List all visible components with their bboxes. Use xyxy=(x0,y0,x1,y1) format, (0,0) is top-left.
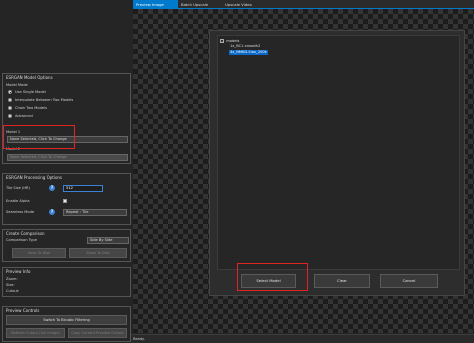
tile-size-help-icon[interactable]: ? xyxy=(49,185,55,191)
enable-alpha-checkbox[interactable] xyxy=(63,199,67,203)
comparison-type-select[interactable]: Side By Side xyxy=(87,237,129,244)
model-dialog: − models 1x_BC1-smooth2 4x_NMKD-Siax_200… xyxy=(209,30,465,296)
show-to-disk-button[interactable]: Show To Disk xyxy=(69,248,127,258)
tree-item[interactable]: 1x_BC1-smooth2 xyxy=(230,44,260,49)
size-label: Size: xyxy=(6,283,15,287)
processing-options-panel: ESRGAN Processing Options Tile Size (HR)… xyxy=(2,173,131,225)
radio-single-model[interactable] xyxy=(8,90,12,94)
model-options-title: ESRGAN Model Options xyxy=(6,75,53,80)
model-options-panel: ESRGAN Model Options Model Mode Use Sing… xyxy=(2,73,131,164)
status-bar: Ready. xyxy=(131,334,474,343)
highlight-model1-box xyxy=(3,125,75,149)
preview-info-panel: Preview Info Zoom: Size: Cutout: xyxy=(2,267,131,297)
model-mode-label: Model Mode xyxy=(6,83,28,87)
preview-canvas[interactable]: − models 1x_BC1-smooth2 4x_NMKD-Siax_200… xyxy=(133,9,474,333)
preview-controls-title: Preview Controls xyxy=(6,308,40,313)
tree-item-selected[interactable]: 4x_NMKD-Siax_200k xyxy=(229,50,268,55)
processing-options-title: ESRGAN Processing Options xyxy=(6,175,63,180)
save-to-disk-button[interactable]: Save To Disk xyxy=(12,248,66,258)
seamless-mode-help-icon[interactable]: ? xyxy=(49,209,55,215)
tab-batch-upscale[interactable]: Batch Upscale xyxy=(178,0,222,9)
radio-single-model-label: Use Single Model xyxy=(15,90,46,94)
tab-upscale-video[interactable]: Upscale Video xyxy=(222,0,270,9)
comparison-title: Create Comparison xyxy=(6,231,45,236)
cutout-label: Cutout: xyxy=(6,289,20,293)
radio-advanced[interactable] xyxy=(8,114,12,118)
comparison-panel: Create Comparison Comparison Type Side B… xyxy=(2,229,131,262)
tab-preview-image[interactable]: Preview Image xyxy=(133,0,178,9)
cancel-button[interactable]: Cancel xyxy=(380,274,438,288)
preview-info-title: Preview Info xyxy=(6,269,31,274)
clear-button[interactable]: Clear xyxy=(314,274,370,288)
radio-interpolate[interactable] xyxy=(8,98,12,102)
radio-interpolate-label: Interpolate Between Two Models xyxy=(15,98,74,102)
copy-preview-button[interactable]: Copy Current Preview Output xyxy=(68,328,127,338)
comparison-type-label: Comparison Type xyxy=(6,238,37,242)
tree-root-row[interactable]: − models xyxy=(220,38,239,43)
refresh-cutout-button[interactable]: Refresh Cutout (full image) xyxy=(6,328,65,338)
tile-size-input[interactable]: 512 xyxy=(63,185,103,192)
radio-chain[interactable] xyxy=(8,106,12,110)
radio-chain-label: Chain Two Models xyxy=(15,106,47,110)
seamless-mode-select[interactable]: Repeat : Tile xyxy=(63,209,127,216)
tree-root-label: models xyxy=(226,39,240,43)
tile-size-label: Tile Size (HR) xyxy=(6,186,30,190)
switch-bicubic-button[interactable]: Switch To Bicubic Filtering xyxy=(6,315,127,325)
seamless-mode-label: Seamless Mode xyxy=(6,210,35,214)
model2-field[interactable]: None Selected, Click To Change xyxy=(7,154,128,161)
status-text: Ready. xyxy=(133,337,145,341)
radio-advanced-label: Advanced xyxy=(15,114,33,118)
enable-alpha-label: Enable Alpha xyxy=(6,199,30,203)
preview-controls-panel: Preview Controls Switch To Bicubic Filte… xyxy=(2,306,131,342)
model-tree[interactable]: − models 1x_BC1-smooth2 4x_NMKD-Siax_200… xyxy=(217,35,460,270)
highlight-select-model-box xyxy=(237,263,308,291)
collapse-icon[interactable]: − xyxy=(220,39,224,43)
zoom-label: Zoom: xyxy=(6,277,18,281)
